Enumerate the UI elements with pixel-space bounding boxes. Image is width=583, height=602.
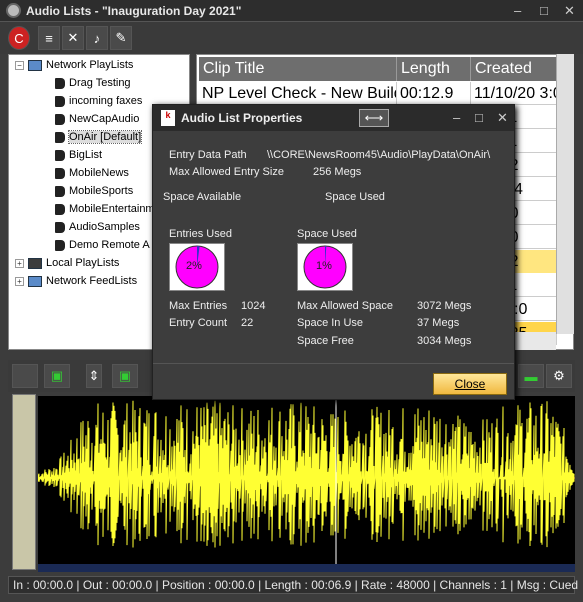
level-meter	[12, 394, 36, 570]
close-icon[interactable]: ✕	[564, 3, 575, 19]
entry-count-value: 22	[241, 317, 254, 329]
speaker-icon	[55, 149, 65, 161]
crop-button[interactable]: ▣	[44, 364, 70, 388]
speaker-icon	[55, 131, 65, 143]
speaker-icon	[55, 221, 65, 233]
window-title: Audio Lists - "Inauguration Day 2021"	[26, 4, 242, 18]
settings-icon[interactable]: ⚙	[546, 364, 572, 388]
max-entry-size-label: Max Allowed Entry Size	[169, 166, 284, 178]
tree-item[interactable]: Drag Testing	[55, 75, 131, 92]
space-used-header: Space Used	[325, 191, 385, 203]
waveform-scrollbar[interactable]	[38, 564, 575, 572]
max-entries-value: 1024	[241, 300, 266, 312]
space-used-percent: 1%	[316, 260, 332, 272]
expand-icon[interactable]: +	[15, 258, 24, 268]
column-header-length[interactable]: Length	[397, 57, 471, 81]
tree-item[interactable]: incoming faxes	[55, 93, 142, 110]
dialog-close-icon[interactable]: ✕	[497, 110, 508, 126]
close-button[interactable]: Close	[433, 373, 507, 395]
network-icon	[28, 275, 42, 287]
space-in-use-label: Space In Use	[297, 317, 364, 329]
clip-list-vertical-scrollbar[interactable]	[556, 54, 574, 334]
dialog-app-icon: k	[161, 110, 175, 126]
entry-data-path-label: Entry Data Path	[169, 149, 247, 161]
toolbar: C ≡ ✕ ♪ ✎	[0, 22, 583, 54]
space-used-label: Space Used	[297, 228, 357, 240]
entries-used-label: Entries Used	[169, 228, 232, 240]
max-entries-label: Max Entries	[169, 300, 228, 312]
dialog-title-bar: k Audio List Properties ⟷ ‒ □ ✕	[153, 105, 514, 131]
waveform	[37, 396, 575, 564]
speaker-icon	[55, 239, 65, 251]
entries-used-percent: 2%	[186, 260, 202, 272]
computer-icon	[28, 257, 42, 269]
app-icon	[6, 3, 21, 18]
expand-icon[interactable]: +	[15, 276, 24, 286]
status-bar: In : 00:00.0 | Out : 00:00.0 | Position …	[8, 576, 578, 594]
dialog-maximize-icon[interactable]: □	[475, 110, 483, 125]
tree-item[interactable]: MobileSports	[55, 183, 133, 200]
speaker-icon	[55, 77, 65, 89]
title-bar: Audio Lists - "Inauguration Day 2021" ‒ …	[0, 0, 583, 22]
zoom-stepper-icon[interactable]: ⇕	[86, 364, 102, 388]
max-space-value: 3072 Megs	[417, 300, 472, 312]
tree-item-selected[interactable]: OnAir [Default]	[55, 129, 143, 146]
resize-icon[interactable]: ⟷	[359, 109, 389, 127]
speaker-icon	[55, 113, 65, 125]
entries-used-pie: 2%	[169, 243, 225, 291]
tree-item[interactable]: MobileNews	[55, 165, 129, 182]
select-all-button[interactable]	[12, 364, 38, 388]
maximize-icon[interactable]: □	[540, 3, 548, 18]
column-header-title[interactable]: Clip Title	[199, 57, 397, 81]
dialog-minimize-icon[interactable]: ‒	[453, 110, 460, 125]
tree-item[interactable]: BigList	[55, 147, 102, 164]
tree-item[interactable]: NewCapAudio	[55, 111, 139, 128]
network-icon	[28, 59, 42, 71]
tree-item[interactable]: MobileEntertainm	[55, 201, 155, 218]
column-header-created[interactable]: Created	[471, 57, 557, 81]
tree-node-local-playlists[interactable]: + Local PlayLists	[15, 255, 119, 272]
space-free-value: 3034 Megs	[417, 335, 472, 347]
trim-button[interactable]: ▣	[112, 364, 138, 388]
dialog-title: Audio List Properties	[181, 111, 303, 125]
space-in-use-value: 37 Megs	[417, 317, 460, 329]
tree-node-network-playlists[interactable]: − Network PlayLists	[15, 57, 133, 74]
speaker-icon	[55, 167, 65, 179]
waveform-display[interactable]	[37, 396, 575, 564]
tree-item[interactable]: AudioSamples	[55, 219, 140, 236]
speaker-icon	[55, 185, 65, 197]
max-space-label: Max Allowed Space	[297, 300, 393, 312]
level-button[interactable]: ▬	[518, 364, 544, 388]
audio-button[interactable]: ♪	[86, 26, 108, 50]
speaker-icon	[55, 95, 65, 107]
tree-item[interactable]: Demo Remote A	[55, 237, 150, 254]
tree-node-network-feedlists[interactable]: + Network FeedLists	[15, 273, 137, 290]
edit-button[interactable]: ✎	[110, 26, 132, 50]
properties-button[interactable]: ≡	[38, 26, 60, 50]
entry-data-path-value: \\CORE\NewsRoom45\Audio\PlayData\OnAir\	[267, 149, 491, 161]
max-entry-size-value: 256 Megs	[313, 166, 362, 178]
minimize-icon[interactable]: ‒	[514, 3, 521, 18]
table-row[interactable]: NP Level Check - New Build 00:12.9 11/10…	[199, 82, 557, 105]
collapse-icon[interactable]: −	[15, 60, 24, 70]
speaker-icon	[55, 203, 65, 215]
space-used-pie: 1%	[297, 243, 353, 291]
dialog-divider	[153, 363, 514, 364]
entry-count-label: Entry Count	[169, 317, 228, 329]
audio-list-properties-dialog: k Audio List Properties ⟷ ‒ □ ✕ Entry Da…	[152, 104, 515, 400]
refresh-button[interactable]: C	[8, 26, 30, 50]
delete-button[interactable]: ✕	[62, 26, 84, 50]
space-available-label: Space Available	[163, 191, 242, 203]
space-free-label: Space Free	[297, 335, 354, 347]
